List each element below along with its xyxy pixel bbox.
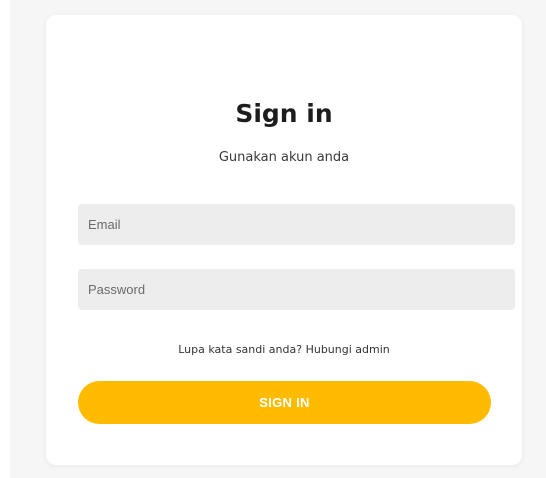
email-field[interactable] — [78, 204, 515, 245]
forgot-password-link[interactable]: Lupa kata sandi anda? Hubungi admin — [46, 342, 522, 358]
page-title: Sign in — [235, 99, 333, 128]
sign-in-card: Sign in Gunakan akun anda Lupa kata sand… — [46, 15, 522, 465]
sign-in-button[interactable]: SIGN IN — [78, 381, 491, 424]
password-field[interactable] — [78, 269, 515, 310]
page-subtitle: Gunakan akun anda — [218, 150, 350, 165]
